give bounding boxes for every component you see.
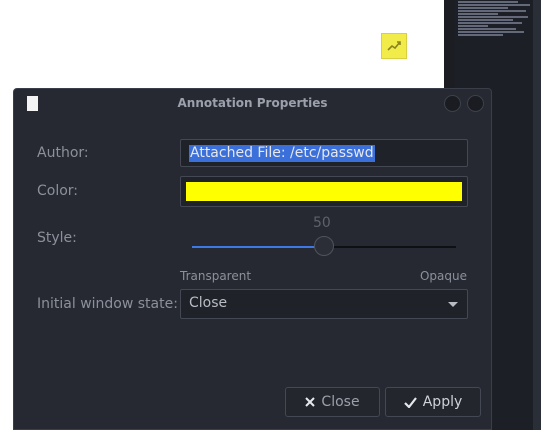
initial-state-value: Close (189, 295, 228, 311)
dialog-title: Annotation Properties (177, 96, 328, 110)
checkmark-icon (403, 396, 417, 408)
opacity-slider-handle[interactable] (314, 236, 334, 256)
color-swatch (186, 182, 462, 201)
author-value: Attached File: /etc/passwd (189, 145, 375, 162)
author-label: Author: (37, 145, 89, 161)
titlebar[interactable]: Annotation Properties (14, 89, 491, 119)
close-button-label: Close (321, 394, 360, 410)
slider-max-label: Opaque (419, 269, 467, 283)
apply-button[interactable]: Apply (385, 387, 481, 417)
style-label: Style: (37, 230, 77, 246)
initial-state-label: Initial window state: (37, 296, 178, 312)
initial-state-combobox[interactable]: Close (180, 289, 468, 319)
apply-button-label: Apply (422, 394, 463, 410)
close-button[interactable]: Close (285, 387, 380, 417)
vertical-scrollbar[interactable] (533, 0, 541, 430)
close-x-icon (305, 397, 316, 407)
opacity-value: 50 (313, 215, 331, 231)
author-field[interactable]: Attached File: /etc/passwd (180, 139, 468, 167)
annotation-properties-dialog: Annotation Properties Author: Attached F… (13, 88, 492, 430)
color-label: Color: (37, 183, 79, 199)
color-picker-button[interactable] (180, 176, 468, 207)
chevron-down-icon (448, 302, 458, 307)
minimize-button[interactable] (444, 95, 461, 112)
page-thumbnail[interactable] (458, 0, 538, 52)
opacity-slider-fill (192, 246, 324, 248)
slider-min-label: Transparent (180, 269, 252, 283)
annotation-note-icon[interactable] (381, 33, 407, 59)
close-window-button[interactable] (467, 95, 484, 112)
